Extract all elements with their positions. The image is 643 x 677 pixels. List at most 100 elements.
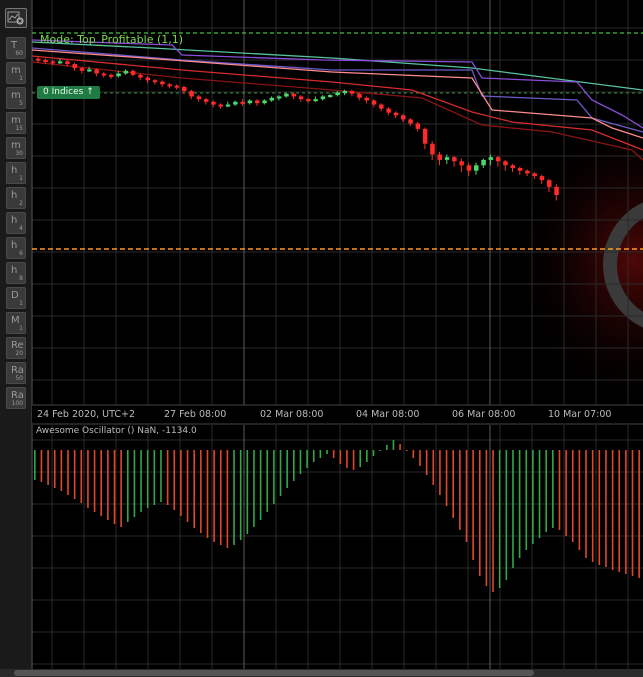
timeframe-ra100[interactable]: Ra 100 bbox=[6, 387, 26, 409]
ao-bar bbox=[180, 450, 182, 516]
timeframe-m15[interactable]: m 15 bbox=[6, 112, 26, 134]
ao-bar bbox=[465, 450, 468, 542]
candle-body bbox=[525, 170, 530, 174]
candle-body bbox=[422, 128, 428, 144]
x-axis-label: 06 Mar 08:00 bbox=[452, 409, 516, 420]
candle-body bbox=[233, 101, 238, 105]
candle-body bbox=[349, 91, 355, 94]
timeframe-t60[interactable]: T 60 bbox=[6, 37, 26, 59]
oscillator-title: Awesome Oscillator () NaN, -1134.0 bbox=[36, 426, 197, 436]
candle-body bbox=[379, 104, 384, 109]
ao-bar bbox=[153, 450, 156, 505]
ao-bar bbox=[67, 450, 69, 495]
timeframe-h8[interactable]: h8 bbox=[6, 262, 26, 284]
candle-body bbox=[109, 74, 114, 77]
candle-body bbox=[539, 176, 545, 181]
timeframe-m1[interactable]: M1 bbox=[6, 312, 26, 334]
ao-bar bbox=[34, 450, 36, 480]
candle-body bbox=[554, 186, 559, 195]
candle-body bbox=[203, 99, 209, 102]
candle-body bbox=[401, 115, 406, 120]
ao-bar bbox=[452, 450, 455, 518]
timeframe-label: h bbox=[11, 165, 18, 176]
ao-bar bbox=[126, 450, 129, 522]
ao-bar bbox=[319, 450, 322, 458]
ao-bar bbox=[166, 450, 169, 505]
ao-bar bbox=[73, 450, 76, 499]
candle-body bbox=[167, 84, 172, 87]
ao-bar bbox=[346, 450, 348, 468]
timeframe-m30[interactable]: m 30 bbox=[6, 137, 26, 159]
timeframe-ra50[interactable]: Ra 50 bbox=[6, 362, 26, 384]
timeframe-re20[interactable]: Re 20 bbox=[6, 337, 26, 359]
ao-bar bbox=[113, 450, 116, 524]
timeframe-h1[interactable]: h1 bbox=[6, 162, 26, 184]
ao-bar bbox=[498, 450, 501, 588]
candle-body bbox=[211, 101, 216, 105]
ao-bar bbox=[379, 450, 381, 451]
chart-settings-icon[interactable] bbox=[5, 8, 27, 28]
candle-body bbox=[130, 70, 136, 75]
candle-body bbox=[43, 60, 48, 62]
ao-bar bbox=[558, 450, 561, 530]
ao-bar bbox=[505, 450, 508, 580]
candle-body bbox=[335, 92, 340, 96]
ao-bar bbox=[532, 450, 534, 544]
ao-bar bbox=[160, 450, 162, 502]
horizontal-scrollbar[interactable] bbox=[0, 669, 643, 677]
candle-body bbox=[145, 77, 150, 81]
ao-bar bbox=[372, 450, 375, 456]
x-axis-label: 27 Feb 08:00 bbox=[164, 409, 227, 420]
timeframe-d1[interactable]: D1 bbox=[6, 287, 26, 309]
timeframe-sub: 100 bbox=[11, 400, 23, 407]
ao-bar bbox=[598, 450, 601, 565]
candle-body bbox=[138, 74, 143, 78]
candle-body bbox=[284, 93, 289, 97]
candle-body bbox=[437, 154, 442, 160]
candle-body bbox=[189, 91, 194, 97]
ao-bar bbox=[200, 450, 202, 533]
ao-bar bbox=[552, 450, 554, 528]
timeframe-m1[interactable]: m1 bbox=[6, 62, 26, 84]
scrollbar-thumb[interactable] bbox=[14, 670, 534, 676]
ao-bar bbox=[525, 450, 528, 550]
candle-body bbox=[503, 161, 508, 166]
ao-bar bbox=[618, 450, 621, 572]
ao-bar bbox=[439, 450, 441, 495]
price-chart[interactable] bbox=[32, 0, 643, 677]
candle-body bbox=[94, 69, 99, 74]
ao-bar bbox=[611, 450, 614, 570]
candle-body bbox=[262, 100, 267, 104]
ao-bar bbox=[512, 450, 514, 568]
ao-bar bbox=[253, 450, 255, 527]
ao-bar bbox=[213, 450, 215, 542]
timeframe-h2[interactable]: h2 bbox=[6, 187, 26, 209]
price-chart-area[interactable] bbox=[32, 0, 643, 677]
ao-bar bbox=[87, 450, 89, 508]
timeframe-m5[interactable]: m5 bbox=[6, 87, 26, 109]
indices-badge[interactable]: 0 Indices ↑ bbox=[37, 86, 100, 99]
ao-bar bbox=[193, 450, 195, 528]
ao-bar bbox=[293, 450, 295, 481]
ao-bar bbox=[625, 450, 627, 574]
ao-bar bbox=[425, 450, 428, 475]
candle-body bbox=[160, 81, 165, 85]
timeframe-sub: 6 bbox=[19, 250, 23, 257]
ao-bar bbox=[492, 450, 494, 592]
ao-bar bbox=[392, 440, 395, 450]
candle-body bbox=[174, 85, 180, 88]
ao-bar bbox=[571, 450, 574, 542]
candle-body bbox=[495, 157, 501, 162]
ao-bar bbox=[399, 444, 401, 450]
candle-body bbox=[50, 61, 56, 64]
candle-body bbox=[101, 73, 107, 76]
ao-bar bbox=[459, 450, 461, 530]
ao-bar bbox=[299, 450, 302, 474]
timeframe-h6[interactable]: h6 bbox=[6, 237, 26, 259]
candle-body bbox=[466, 165, 472, 171]
candle-body bbox=[364, 97, 369, 101]
timeframe-h4[interactable]: h4 bbox=[6, 212, 26, 234]
ao-bar bbox=[366, 450, 368, 462]
ao-bar bbox=[266, 450, 269, 512]
x-axis-label: 24 Feb 2020, UTC+2 bbox=[37, 409, 136, 420]
